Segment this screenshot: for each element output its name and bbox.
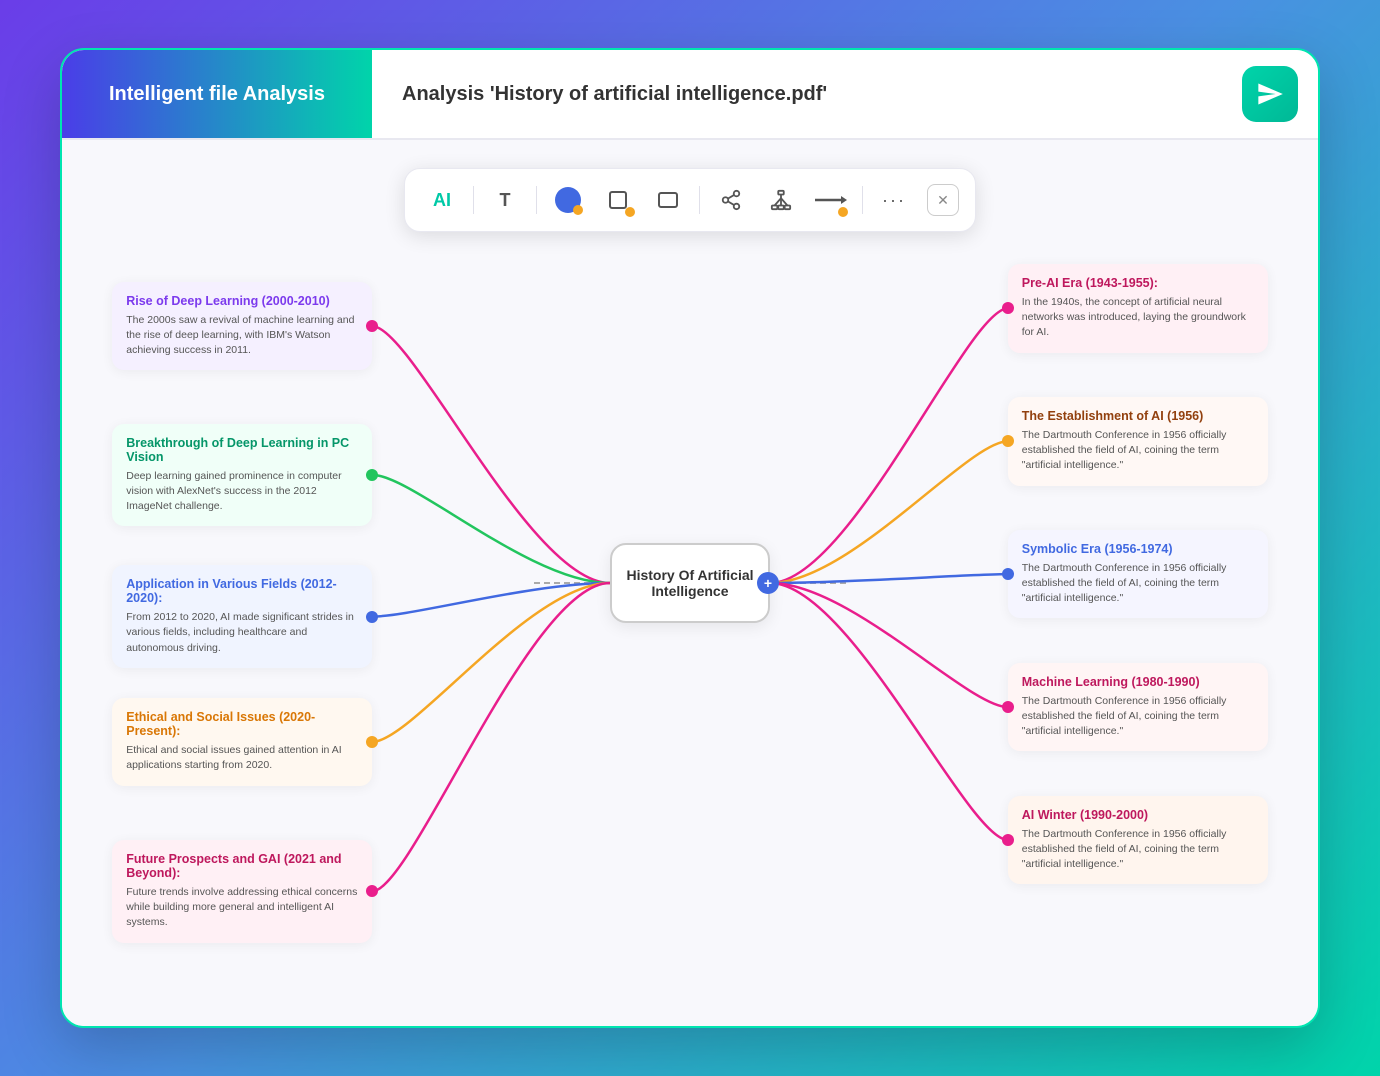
left-node-1-title: Rise of Deep Learning (2000-2010) (126, 294, 358, 308)
right-node-1-desc: In the 1940s, the concept of artificial … (1022, 295, 1254, 341)
right-node-2-desc: The Dartmouth Conference in 1956 officia… (1022, 428, 1254, 474)
right-node-5[interactable]: AI Winter (1990-2000) The Dartmouth Conf… (1008, 796, 1268, 885)
rect-tool[interactable] (647, 179, 689, 221)
brand-area: Intelligent file Analysis (62, 50, 372, 138)
conn-dot-r4 (1002, 701, 1014, 713)
header: Intelligent file Analysis Analysis 'Hist… (62, 50, 1318, 140)
title-file: 'History of artificial intelligence.pdf' (490, 83, 827, 105)
right-node-5-desc: The Dartmouth Conference in 1956 officia… (1022, 827, 1254, 873)
send-icon (1256, 80, 1284, 108)
center-node[interactable]: History Of Artificial Intelligence + (610, 543, 770, 623)
close-icon: ✕ (937, 192, 949, 209)
hierarchy-icon (770, 189, 792, 211)
left-node-4[interactable]: Ethical and Social Issues (2020-Present)… (112, 698, 372, 785)
conn-dot-5 (366, 885, 378, 897)
share-tool[interactable] (710, 179, 752, 221)
line-icon (815, 193, 847, 207)
left-node-1-desc: The 2000s saw a revival of machine learn… (126, 313, 358, 359)
close-button[interactable]: ✕ (927, 184, 959, 216)
right-node-3[interactable]: Symbolic Era (1956-1974) The Dartmouth C… (1008, 530, 1268, 619)
conn-dot-1 (366, 320, 378, 332)
left-node-4-title: Ethical and Social Issues (2020-Present)… (126, 710, 358, 738)
more-label: ··· (882, 190, 906, 211)
ai-tool[interactable]: AI (421, 179, 463, 221)
line-tool[interactable] (810, 179, 852, 221)
conn-dot-4 (366, 736, 378, 748)
divider-4 (862, 186, 863, 214)
send-button[interactable] (1242, 66, 1298, 122)
text-tool[interactable]: T (484, 179, 526, 221)
title-prefix: Analysis (402, 83, 490, 105)
line-badge (838, 207, 848, 217)
toolbar: AI T (404, 168, 976, 232)
right-node-2[interactable]: The Establishment of AI (1956) The Dartm… (1008, 397, 1268, 486)
share-icon (720, 189, 742, 211)
main-card: Intelligent file Analysis Analysis 'Hist… (60, 48, 1320, 1028)
right-node-2-title: The Establishment of AI (1956) (1022, 409, 1254, 423)
right-node-1-title: Pre-AI Era (1943-1955): (1022, 276, 1254, 290)
conn-dot-2 (366, 469, 378, 481)
conn-dot-r5 (1002, 834, 1014, 846)
conn-dot-r3 (1002, 568, 1014, 580)
left-node-2-title: Breakthrough of Deep Learning in PC Visi… (126, 436, 358, 464)
canvas: AI T (62, 140, 1318, 1026)
right-node-1[interactable]: Pre-AI Era (1943-1955): In the 1940s, th… (1008, 264, 1268, 353)
conn-dot-r1 (1002, 302, 1014, 314)
ai-label: AI (433, 190, 451, 211)
t-label: T (500, 190, 511, 211)
add-node-button[interactable]: + (757, 572, 779, 594)
frame-badge (625, 207, 635, 217)
left-node-5-desc: Future trends involve addressing ethical… (126, 885, 358, 931)
left-node-2[interactable]: Breakthrough of Deep Learning in PC Visi… (112, 424, 372, 527)
conn-dot-r2 (1002, 435, 1014, 447)
left-node-3[interactable]: Application in Various Fields (2012-2020… (112, 565, 372, 668)
rect-icon (657, 189, 679, 211)
right-node-3-title: Symbolic Era (1956-1974) (1022, 542, 1254, 556)
left-node-1[interactable]: Rise of Deep Learning (2000-2010) The 20… (112, 282, 372, 371)
frame-tool[interactable] (597, 179, 639, 221)
header-title: Analysis 'History of artificial intellig… (372, 83, 1242, 106)
center-title: History Of Artificial Intelligence (612, 567, 768, 599)
divider-3 (699, 186, 700, 214)
right-node-3-desc: The Dartmouth Conference in 1956 officia… (1022, 561, 1254, 607)
right-node-5-title: AI Winter (1990-2000) (1022, 808, 1254, 822)
left-node-5[interactable]: Future Prospects and GAI (2021 and Beyon… (112, 840, 372, 943)
left-node-5-title: Future Prospects and GAI (2021 and Beyon… (126, 852, 358, 880)
left-node-3-title: Application in Various Fields (2012-2020… (126, 577, 358, 605)
left-node-2-desc: Deep learning gained prominence in compu… (126, 469, 358, 515)
divider-1 (473, 186, 474, 214)
right-node-4-title: Machine Learning (1980-1990) (1022, 675, 1254, 689)
brand-title: Intelligent file Analysis (109, 83, 325, 106)
left-node-4-desc: Ethical and social issues gained attenti… (126, 743, 358, 773)
divider-2 (536, 186, 537, 214)
conn-dot-3 (366, 611, 378, 623)
badge-dot (573, 205, 583, 215)
more-tool[interactable]: ··· (873, 179, 915, 221)
right-node-4[interactable]: Machine Learning (1980-1990) The Dartmou… (1008, 663, 1268, 752)
right-node-4-desc: The Dartmouth Conference in 1956 officia… (1022, 694, 1254, 740)
hierarchy-tool[interactable] (760, 179, 802, 221)
left-node-3-desc: From 2012 to 2020, AI made significant s… (126, 610, 358, 656)
circle-tool[interactable] (547, 179, 589, 221)
